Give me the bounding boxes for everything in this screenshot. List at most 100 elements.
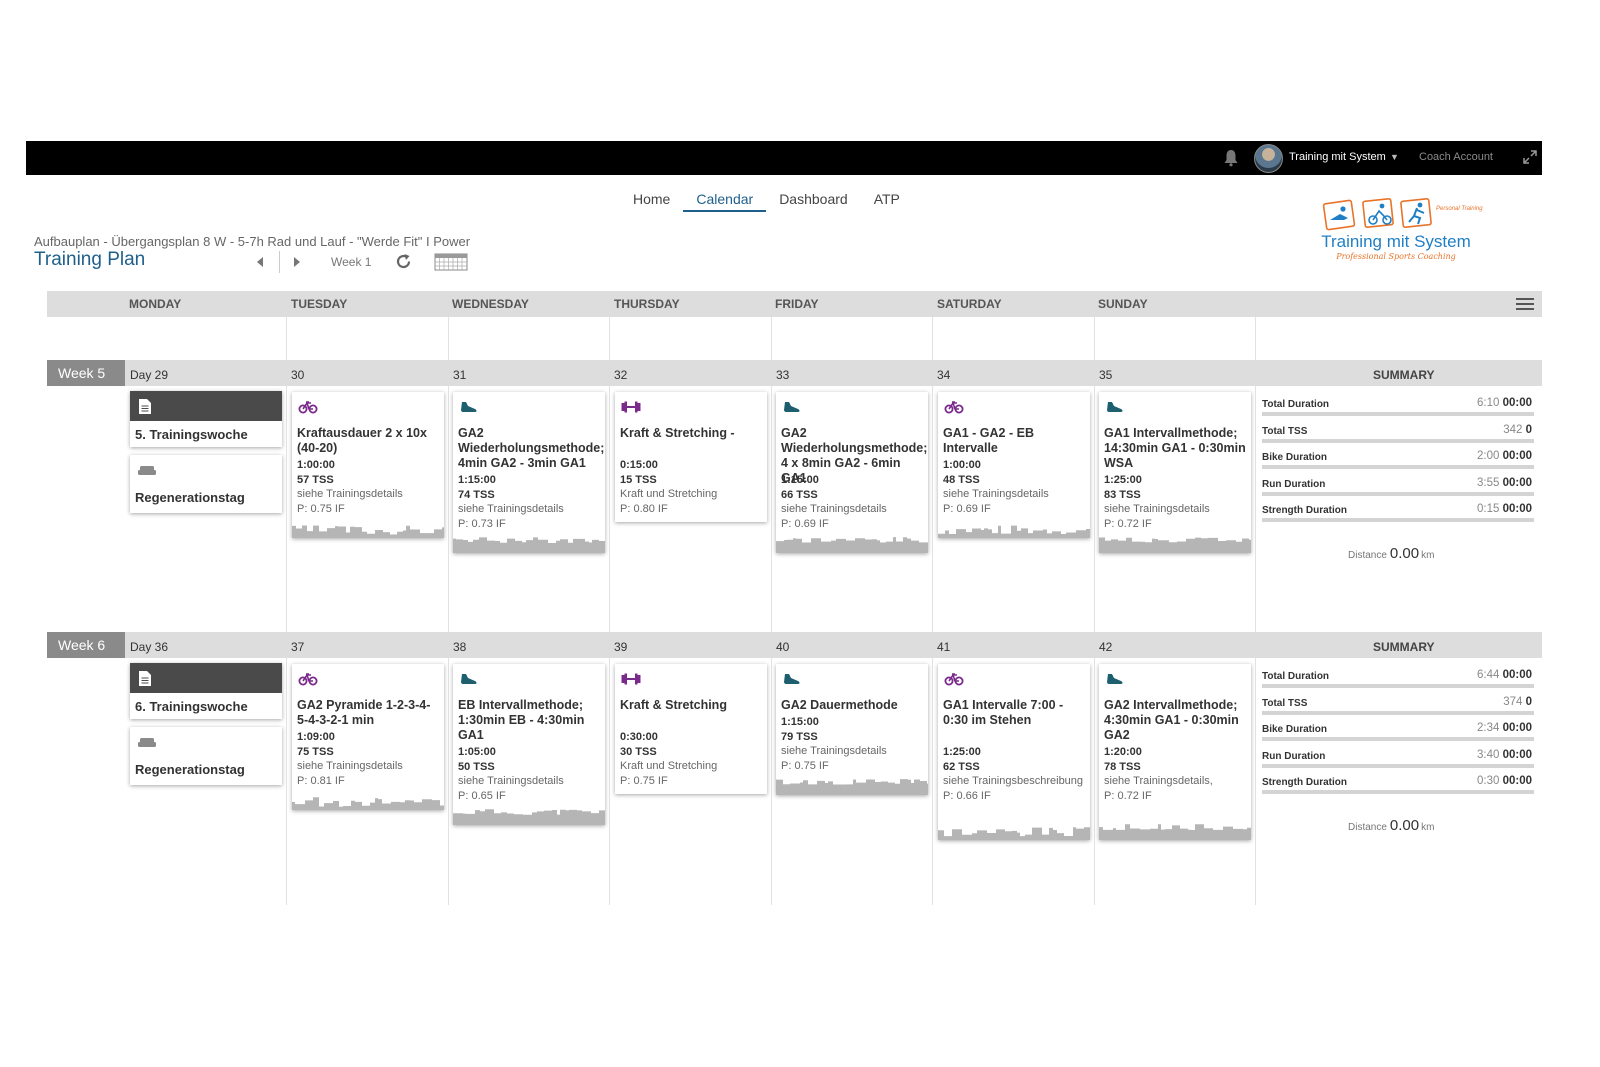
workout-card[interactable]: Kraftausdauer 2 x 10x (40-20) 1:00:00 57 T… [292,392,444,538]
run-shoe-icon [461,402,477,412]
coach-account-link[interactable]: Coach Account [1419,151,1493,163]
summary-label: Bike Duration [1262,452,1328,463]
workout-card[interactable]: GA2 Intervallmethode; 4:30min GA1 - 0:30… [1099,664,1251,840]
workout-card[interactable]: GA1 - GA2 - EB Intervalle 1:00:00 48 TSS si… [938,392,1090,538]
summary-completed: 0 [1525,695,1532,708]
workout-title: GA1 Intervallmethode; 14:30min GA1 - 0:3… [1104,426,1246,470]
summary-row: Total Duration 6:44 00:00 [1262,666,1534,692]
summary-title: SUMMARY [1373,368,1435,382]
rest-day-icon [138,466,156,475]
nav-home[interactable]: Home [620,190,683,212]
summary-planned: 6:10 [1476,397,1500,409]
workout-description: siehe Trainingsdetails, [1104,775,1213,787]
workout-profile-chart [776,537,928,553]
day-header-monday: MONDAY [129,297,182,311]
day-number: 33 [776,368,790,382]
day-header-sunday: SUNDAY [1098,297,1148,311]
day-number: 32 [614,368,628,382]
summary-progress-bar [1262,737,1534,741]
workout-card[interactable]: GA2 Wiederholungsmethode; 4 x 8min GA2 -… [776,392,928,553]
note-title: Regenerationstag [135,762,245,777]
nav-calendar[interactable]: Calendar [683,190,767,212]
nav-dashboard[interactable]: Dashboard [766,190,861,212]
workout-card[interactable]: GA2 Wiederholungsmethode; 4min GA2 - 3mi… [453,392,605,553]
distance-unit: km [1421,550,1435,561]
avatar[interactable] [1254,144,1283,173]
summary-planned: 3:55 [1476,476,1500,489]
workout-tss: 75 TSS [297,745,334,758]
summary-planned: 2:00 [1476,450,1500,462]
logo-badge: Personal Training [1436,206,1483,212]
prev-week-button[interactable] [253,255,267,269]
workout-card[interactable]: Kraft & Stretching 0:30:00 30 TSS Kraft und… [615,664,767,794]
week-badge: Week 5 [47,360,125,386]
workout-duration: 0:30:00 [620,731,658,743]
workout-intensity: P: 0.75 IF [297,502,345,515]
expand-icon[interactable] [1522,149,1538,165]
week-note-card[interactable]: 6. Trainingswoche [130,663,282,719]
summary-value: 3:55 00:00 [1477,477,1532,489]
workout-duration: 1:00:00 [297,459,335,471]
workout-profile-chart [1099,537,1251,553]
workout-meta: 1:00:00 48 TSS siehe Trainingsdetails P: 0.… [943,458,1087,516]
workout-card[interactable]: Kraft & Stretching - 0:15:00 15 TSS Kraft u… [615,392,767,522]
column-divider [771,317,772,905]
summary-planned: 0:15 [1476,503,1500,515]
workout-card[interactable]: GA2 Pyramide 1-2-3-4-5-4-3-2-1 min 1:09:0… [292,664,444,810]
note-card-header [130,391,282,421]
workout-title: EB Intervallmethode; 1:30min EB - 4:30mi… [458,698,585,742]
column-divider [609,317,610,905]
workout-description: siehe Trainingsdetails [458,775,564,787]
workout-intensity: P: 0.69 IF [781,517,829,530]
day-header-friday: FRIDAY [775,297,819,311]
strength-icon [621,673,641,685]
workout-title: GA2 Wiederholungsmethode; 4min GA2 - 3mi… [458,426,605,470]
workout-intensity: P: 0.81 IF [297,774,345,787]
strength-icon [621,401,641,413]
workout-description: siehe Trainingsbeschreibung [943,775,1084,787]
day-number: 34 [937,368,951,382]
summary-planned: 0:30 [1476,775,1500,787]
workout-duration: 1:00:00 [943,459,981,471]
week-note-card[interactable]: 5. Trainingswoche [130,391,282,447]
workout-profile-chart [292,797,444,810]
workout-card[interactable]: EB Intervallmethode; 1:30min EB - 4:30mi… [453,664,605,825]
workout-duration: 1:09:00 [297,731,335,743]
summary-label: Run Duration [1262,750,1326,762]
calendar-icon[interactable] [434,252,468,271]
workout-description: Kraft und Stretching [620,488,718,500]
summary-progress-bar [1262,412,1534,416]
hamburger-menu-icon[interactable] [1516,297,1534,311]
caret-down-icon[interactable]: ▼ [1390,152,1399,162]
workout-meta: 1:00:00 57 TSS siehe Trainingsdetails P: 0.… [297,458,441,516]
summary-completed: 00:00 [1502,397,1532,409]
summary-progress-bar [1262,710,1534,715]
divider [279,251,280,273]
summary-progress-bar [1262,790,1534,794]
logo-name: Training mit System [1321,232,1471,251]
run-shoe-icon [461,674,477,684]
bell-icon[interactable] [1223,149,1239,167]
next-week-button[interactable] [290,255,304,269]
week-badge: Week 6 [47,632,125,658]
workout-card[interactable]: GA2 Dauermethode 1:15:00 79 TSS siehe Train… [776,664,928,795]
workout-meta: 1:15:00 74 TSS siehe Trainingsdetails P: 0.… [458,473,602,531]
distance-label: Distance [1348,822,1387,833]
column-divider [448,317,449,905]
workout-card[interactable]: GA1 Intervallmethode; 14:30min GA1 - 0:3… [1099,392,1251,553]
day-header-saturday: SATURDAY [937,297,1002,311]
user-menu[interactable]: Training mit System [1289,151,1386,163]
rest-day-card[interactable]: Regenerationstag [130,727,282,785]
summary-label: Strength Duration [1262,777,1347,788]
workout-profile-chart [453,537,605,553]
distance-unit: km [1421,822,1435,833]
summary-row: Bike Duration 2:34 00:00 [1262,719,1534,745]
nav-atp[interactable]: ATP [861,190,913,212]
rest-day-card[interactable]: Regenerationstag [130,455,282,513]
summary-progress-bar [1262,491,1534,496]
note-card-header [130,663,282,693]
summary-row: Bike Duration 2:00 00:00 [1262,447,1534,473]
workout-title: GA2 Dauermethode [781,698,898,712]
workout-card[interactable]: GA1 Intervalle 7:00 - 0:30 im Stehen 1:25… [938,664,1090,840]
refresh-icon[interactable] [395,253,412,270]
